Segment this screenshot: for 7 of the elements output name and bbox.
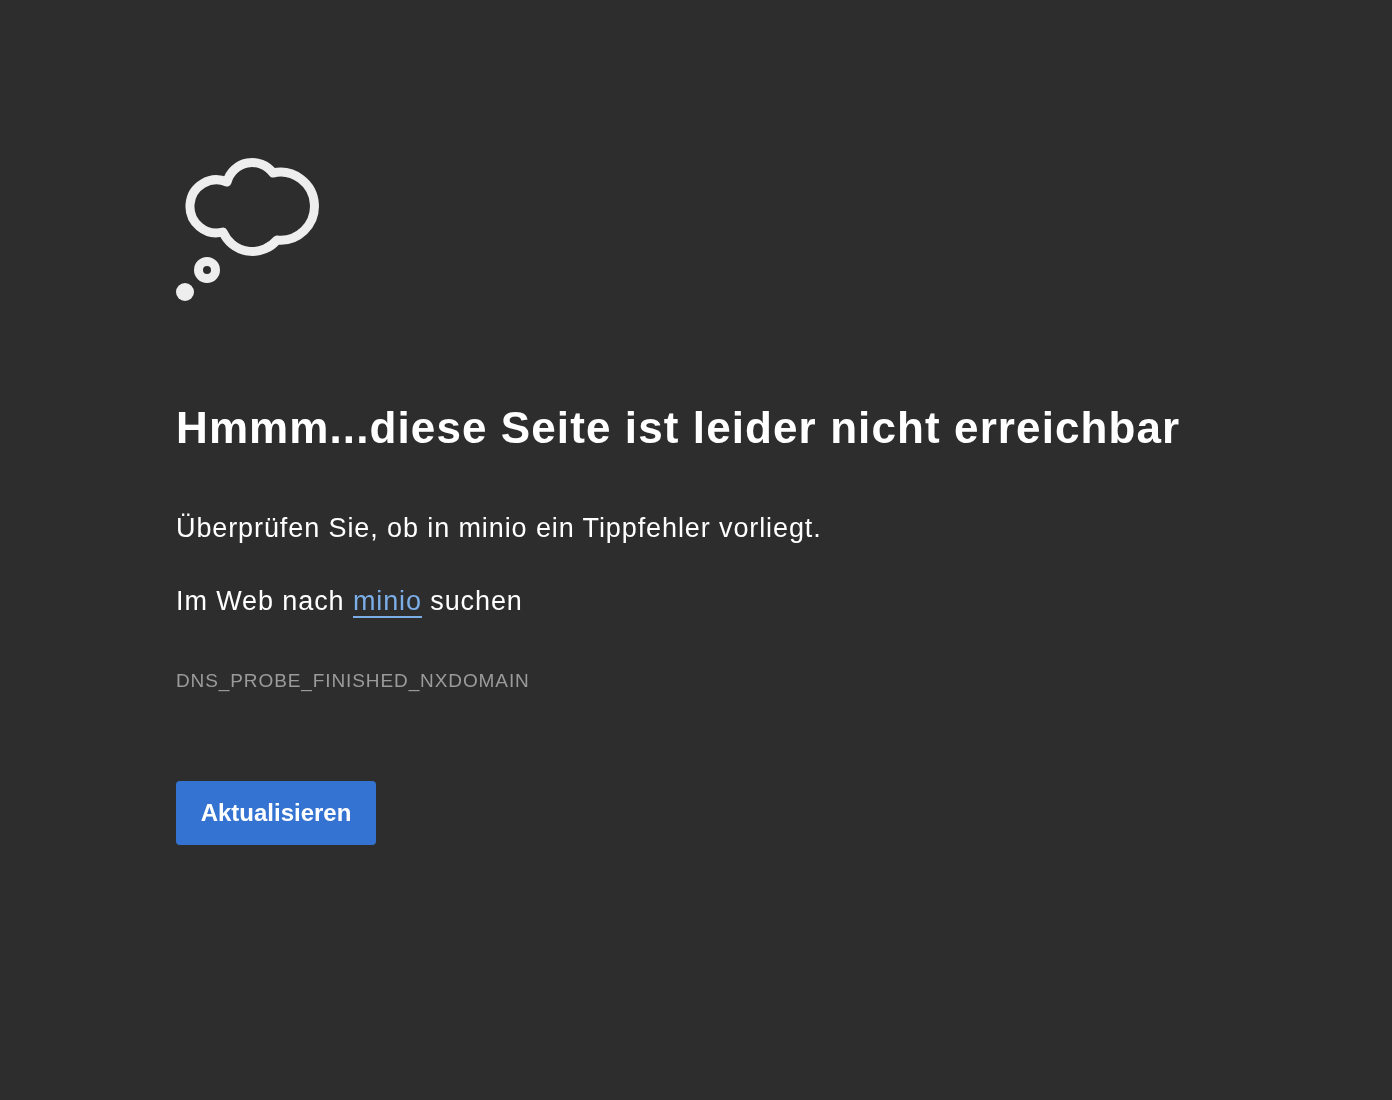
error-message: Überprüfen Sie, ob in minio ein Tippfehler vorliegt. [176,512,822,544]
thought-bubble-icon [176,158,320,302]
search-suggestion: Im Web nach minio suchen [176,585,523,617]
error-heading: Hmmm...diese Seite ist leider nicht erreichbar [176,402,1181,454]
reload-button[interactable]: Aktualisieren [176,781,376,845]
search-link[interactable]: minio [352,586,422,618]
error-code: DNS_PROBE_FINISHED_NXDOMAIN [176,669,530,693]
